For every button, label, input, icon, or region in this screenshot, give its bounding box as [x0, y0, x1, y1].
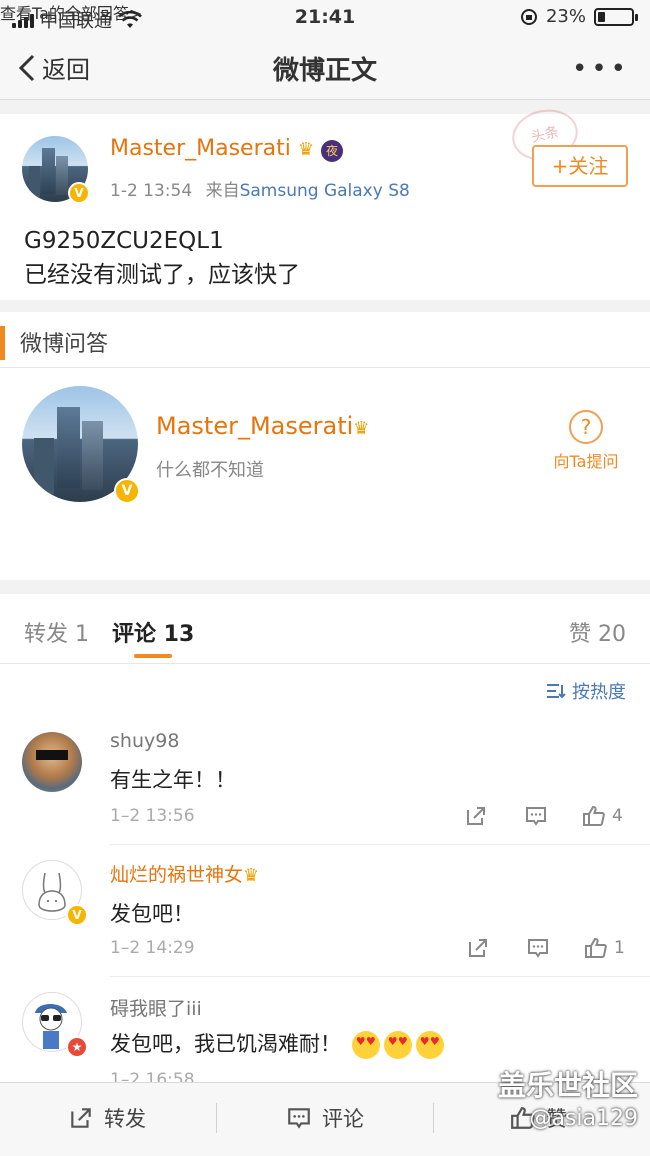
verified-badge-icon: V [68, 182, 90, 204]
repost-label: 转发 [104, 1107, 146, 1131]
back-button[interactable]: 返回 [16, 50, 90, 85]
orientation-lock-icon [520, 8, 537, 25]
sort-button[interactable]: 按热度 [546, 678, 626, 704]
post-device[interactable]: Samsung Galaxy S8 [240, 181, 410, 201]
post-content: G9250ZCU2EQL1 已经没有测试了，应该快了 [24, 224, 300, 292]
comment-time: 1–2 13:56 [110, 806, 195, 826]
comment-author[interactable]: 碍我眼了iii [110, 994, 202, 1021]
ask-label: 向Ta提问 [553, 452, 619, 471]
comment-author[interactable]: shuy98 [110, 730, 179, 752]
interaction-tabs: 转发 1 评论 13 赞 20 [0, 594, 650, 664]
nav-bar: 返回 微博正文 ••• [0, 36, 650, 100]
comment-like-count: 1 [614, 938, 625, 958]
battery-percent: 23% [545, 6, 586, 27]
thumbs-up-icon [585, 937, 607, 958]
section-accent-bar [0, 326, 5, 360]
post-time: 1-2 13:54 [110, 181, 193, 201]
share-comment-button[interactable] [464, 804, 488, 828]
qa-user-name[interactable]: Master_Maserati♛ [156, 412, 369, 440]
night-badge-icon: 夜 [321, 140, 343, 162]
chevron-left-icon [18, 54, 35, 81]
post-author[interactable]: Master_Maserati ♛ 夜 [110, 136, 343, 162]
post-content-line1: G9250ZCU2EQL1 [24, 228, 224, 254]
battery-fill [598, 11, 605, 22]
watermark-line1: 盖乐世社区 [497, 1069, 638, 1102]
comment-divider [110, 976, 650, 977]
divider [216, 1103, 217, 1133]
vip-crown-icon: ♛ [353, 418, 370, 439]
follow-button[interactable]: +关注 [532, 145, 628, 187]
watermark-line2: @asia129 [529, 1106, 638, 1131]
comment-icon [528, 939, 548, 958]
user-badge-icon: ★ [66, 1036, 88, 1058]
more-button[interactable]: ••• [572, 54, 630, 84]
tab-repost[interactable]: 转发 1 [24, 616, 89, 648]
sort-icon [547, 684, 566, 699]
watermark: 盖乐世社区 @asia129 [498, 1064, 638, 1131]
ask-question-button[interactable]: ? 向Ta提问 [550, 410, 622, 472]
comment-text: 有生之年！！ [110, 768, 236, 792]
reply-comment-button[interactable] [524, 804, 548, 828]
vip-crown-icon: ♛ [297, 139, 314, 160]
sort-label: 按热度 [572, 682, 626, 703]
like-comment-button[interactable]: 4 [582, 804, 623, 828]
share-icon [71, 1108, 91, 1128]
heart-eyes-emoji-icon [415, 1031, 444, 1059]
qa-user-name-text: Master_Maserati [156, 412, 354, 440]
comment-button[interactable]: 评论 [286, 1103, 364, 1133]
comment-text: 发包吧！ [110, 902, 194, 926]
comment-author[interactable]: 灿烂的祸世神女♛ [110, 860, 259, 887]
question-icon: ? [569, 410, 603, 444]
comment-text-content: 发包吧，我已饥渴难耐！ [110, 1032, 341, 1056]
vip-crown-icon: ♛ [243, 865, 260, 886]
heart-eyes-emoji-icon [383, 1031, 412, 1059]
thumbs-up-icon [583, 805, 605, 826]
active-tab-indicator [134, 654, 172, 658]
comment-time: 1–2 14:29 [110, 938, 195, 958]
verified-badge-icon: V [66, 904, 88, 926]
like-comment-button[interactable]: 1 [584, 936, 625, 960]
comment-like-count: 4 [612, 806, 623, 826]
status-right: 23% [520, 6, 638, 27]
tab-comment[interactable]: 评论 13 [112, 616, 194, 648]
comment-list [0, 664, 650, 1084]
comment-text: 发包吧，我已饥渴难耐！ [110, 1028, 444, 1059]
tab-like[interactable]: 赞 20 [569, 616, 626, 648]
page-title: 微博正文 [272, 56, 377, 86]
share-icon [467, 807, 485, 825]
comment-author-name: 灿烂的祸世神女 [110, 864, 244, 886]
post-meta: 1-2 13:54 来自Samsung Galaxy S8 [110, 176, 410, 201]
back-label: 返回 [42, 56, 90, 84]
see-all-answers-link[interactable]: 查看Ta的全部回答> [0, 0, 142, 24]
reply-comment-button[interactable] [526, 936, 550, 960]
heart-eyes-emoji-icon [351, 1031, 380, 1059]
verified-badge-icon: V [114, 478, 140, 504]
comment-icon [526, 807, 546, 826]
qa-section-header: 微博问答 [0, 322, 650, 368]
comment-divider [110, 844, 650, 845]
repost-button[interactable]: 转发 [68, 1103, 146, 1133]
comment-avatar[interactable] [22, 732, 82, 792]
post-source-prefix: 来自 [205, 181, 240, 201]
battery-icon [594, 7, 638, 26]
censor-bar [36, 750, 68, 760]
qa-user-desc: 什么都不知道 [156, 460, 264, 481]
post-author-name: Master_Maserati [110, 136, 291, 161]
post-content-line2: 已经没有测试了，应该快了 [24, 262, 300, 288]
share-comment-button[interactable] [466, 936, 490, 960]
comment-icon [288, 1108, 310, 1129]
share-icon [469, 939, 487, 957]
comment-label: 评论 [322, 1107, 364, 1131]
qa-section-title: 微博问答 [20, 332, 109, 357]
divider [433, 1103, 434, 1133]
